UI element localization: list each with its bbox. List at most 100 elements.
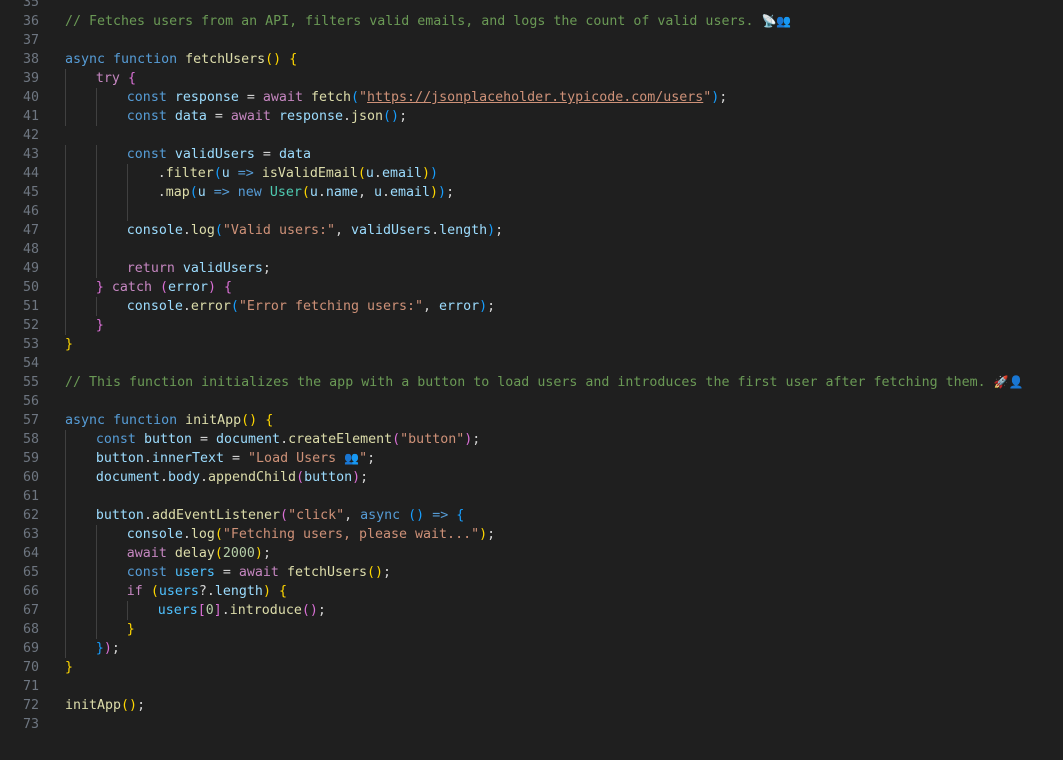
line-number: 70 xyxy=(22,660,39,675)
variable-token: response xyxy=(278,109,343,124)
variable-token: email xyxy=(381,166,422,181)
code-text: } xyxy=(65,658,73,677)
variable-token: u xyxy=(365,166,374,181)
function-name-token: introduce xyxy=(229,603,302,618)
line-number: 47 xyxy=(22,223,39,238)
variable-token: validUsers xyxy=(351,223,432,238)
string-token: "Error fetching users:" xyxy=(238,299,424,314)
indent-guide xyxy=(95,164,97,183)
indent-guide xyxy=(65,164,66,183)
line-number: 44 xyxy=(22,166,39,181)
line-number: 54 xyxy=(22,356,39,371)
code-text: .filter(u => isValidEmail(u.email)) xyxy=(158,164,438,183)
variable-token: validUsers xyxy=(174,147,255,162)
bracket-token: ( xyxy=(280,508,289,523)
bracket-token: () xyxy=(301,603,318,618)
bracket-token: ) xyxy=(208,280,217,295)
indent-guide xyxy=(65,88,66,107)
bracket-token: ( xyxy=(213,166,222,181)
punctuation-token: ; xyxy=(262,261,271,276)
bracket-token: () xyxy=(121,698,138,713)
indent-guide xyxy=(95,544,97,563)
variable-token: button xyxy=(143,432,192,447)
keyword-token: const xyxy=(95,432,136,447)
punctuation-token xyxy=(143,584,151,599)
string-token: " xyxy=(359,90,368,105)
code-text: const button = document.createElement("b… xyxy=(96,430,480,449)
punctuation-token xyxy=(167,565,175,580)
indent-guide xyxy=(65,544,66,563)
line-number: 49 xyxy=(22,261,39,276)
indent-guide xyxy=(65,69,66,88)
keyword-token: const xyxy=(126,147,167,162)
bracket-token: ( xyxy=(301,185,310,200)
bracket-token: ( xyxy=(230,299,239,314)
emoji-icon: 👥 xyxy=(344,451,360,465)
code-text: return validUsers; xyxy=(127,259,271,278)
indent-guide xyxy=(65,582,66,601)
indent-guide xyxy=(95,145,97,164)
function-name-token: appendChild xyxy=(208,470,297,485)
keyword-token: async xyxy=(65,413,106,428)
function-name-token: filter xyxy=(165,166,214,181)
indent-guide xyxy=(65,316,66,335)
variable-token: button xyxy=(304,470,353,485)
punctuation-token: ; xyxy=(383,565,392,580)
bracket-token: { xyxy=(289,52,298,67)
indent-guide xyxy=(65,278,66,297)
punctuation-token: . xyxy=(280,432,289,447)
bracket-token: ) xyxy=(430,185,439,200)
variable-token: data xyxy=(174,109,207,124)
string-token: "Fetching users, please wait..." xyxy=(222,527,480,542)
line-number: 43 xyxy=(22,147,39,162)
url-link[interactable]: https://jsonplaceholder.typicode.com/use… xyxy=(367,90,703,105)
line-number: 51 xyxy=(22,299,39,314)
comment-token: // This function initializes the app wit… xyxy=(65,375,994,390)
punctuation-token xyxy=(177,413,185,428)
bracket-token: ) xyxy=(479,299,488,314)
punctuation-token: ; xyxy=(367,451,376,466)
operator-token: = xyxy=(238,90,263,105)
code-text: const users = await fetchUsers(); xyxy=(127,563,391,582)
constant-token: users xyxy=(158,584,199,599)
bracket-token: () xyxy=(408,508,425,523)
function-name-token: error xyxy=(190,299,231,314)
code-text: // Fetches users from an API, filters va… xyxy=(65,12,791,31)
variable-token: document xyxy=(216,432,281,447)
code-text: try { xyxy=(96,69,136,88)
line-number: 67 xyxy=(22,603,39,618)
bracket-token: ) xyxy=(262,584,271,599)
bracket-token: ( xyxy=(357,166,366,181)
punctuation-token: ; xyxy=(487,299,496,314)
variable-token: validUsers xyxy=(182,261,263,276)
code-text: const data = await response.json(); xyxy=(127,107,407,126)
punctuation-token xyxy=(105,413,113,428)
code-text: const validUsers = data xyxy=(127,145,311,164)
punctuation-token: . xyxy=(199,470,208,485)
punctuation-token xyxy=(216,280,224,295)
code-editor[interactable]: 35 36 // Fetches users from an API, filter… xyxy=(0,0,1063,760)
function-name-token: map xyxy=(165,185,190,200)
punctuation-token xyxy=(167,90,175,105)
indent-guide xyxy=(95,601,97,620)
punctuation-token xyxy=(271,584,279,599)
indent-guide xyxy=(65,183,66,202)
punctuation-token: ; xyxy=(262,546,271,561)
variable-token: u xyxy=(197,185,206,200)
line-number: 39 xyxy=(22,71,39,86)
indent-guide xyxy=(95,183,97,202)
keyword-token: => xyxy=(424,508,457,523)
control-keyword-token: try xyxy=(95,71,120,86)
code-text: } xyxy=(65,335,73,354)
variable-token: length xyxy=(439,223,488,238)
indent-guide xyxy=(65,468,66,487)
line-number: 42 xyxy=(22,128,39,143)
line-number: 72 xyxy=(22,698,39,713)
line-number: 60 xyxy=(22,470,39,485)
bracket-token: ) xyxy=(487,223,496,238)
bracket-token: ) xyxy=(479,527,488,542)
string-token: " xyxy=(359,451,368,466)
punctuation-token xyxy=(177,52,185,67)
punctuation-token: . xyxy=(182,223,191,238)
code-text: // This function initializes the app wit… xyxy=(65,373,1024,392)
